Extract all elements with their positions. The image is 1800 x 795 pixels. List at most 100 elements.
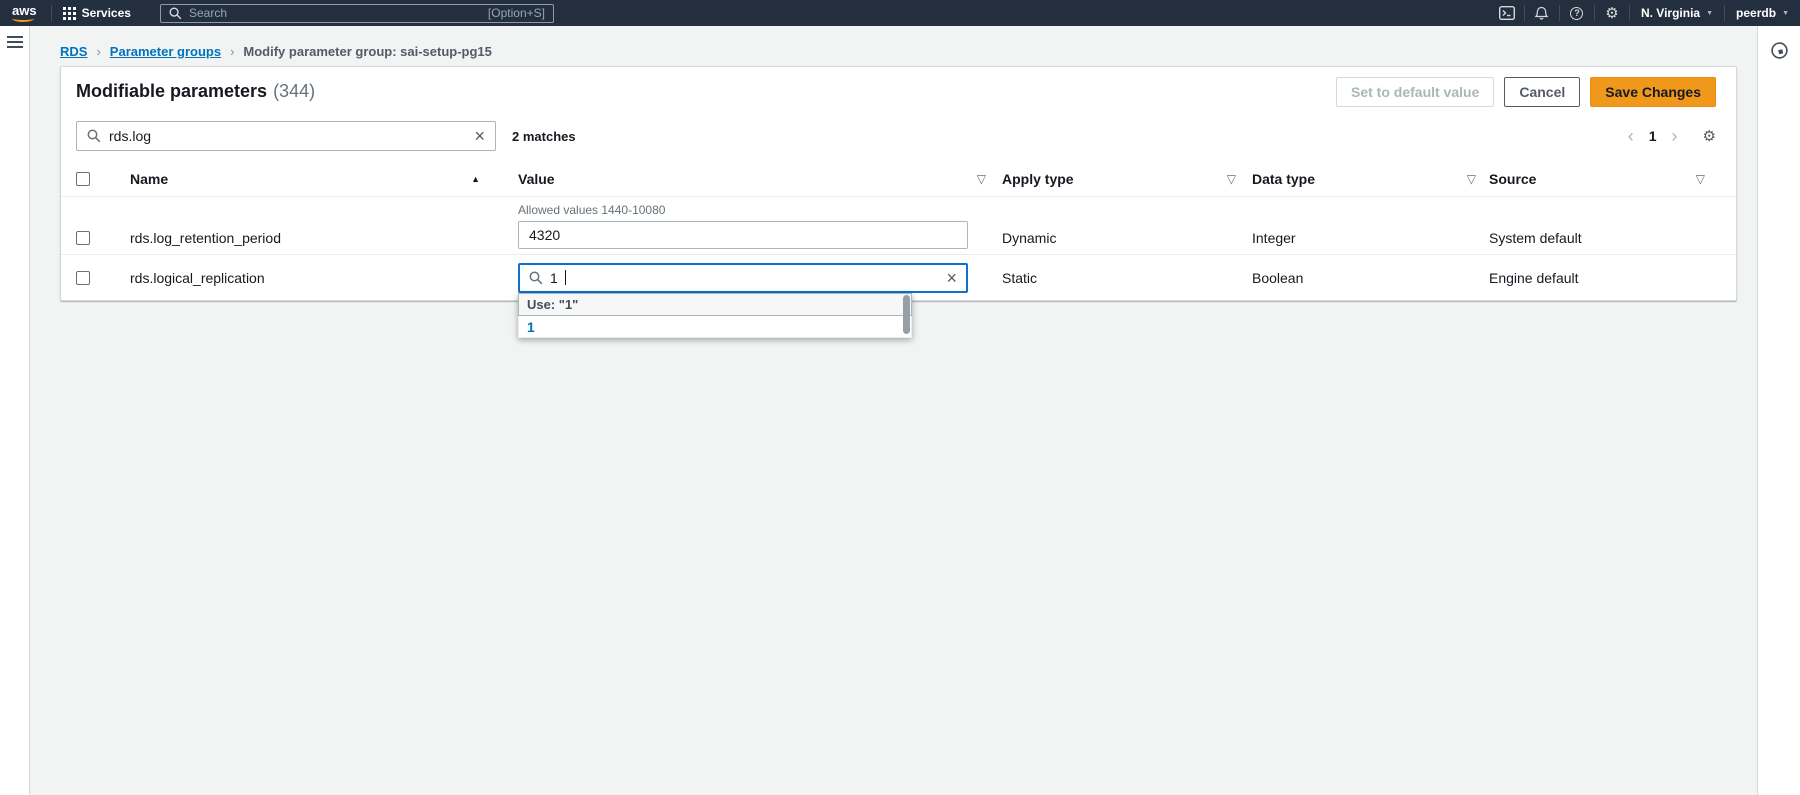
search-icon: [169, 7, 182, 20]
chevron-right-icon: ›: [96, 44, 100, 59]
source-value: System default: [1489, 230, 1582, 246]
filter-icon[interactable]: ▽: [1467, 172, 1476, 186]
header-actions: Set to default value Cancel Save Changes: [1336, 77, 1716, 107]
column-header-name[interactable]: Name ▲: [116, 171, 506, 187]
panel-header: Modifiable parameters (344) Set to defau…: [61, 67, 1736, 107]
column-label: Name: [130, 171, 168, 187]
dropdown-option[interactable]: 1: [518, 316, 912, 338]
region-selector[interactable]: N. Virginia ▼: [1630, 0, 1724, 26]
table-header-row: Name ▲ Value ▽ Apply type ▽ Data type ▽ …: [61, 161, 1736, 197]
row-checkbox[interactable]: [76, 231, 90, 245]
right-tools-rail: [1757, 26, 1800, 795]
value-editor: Allowed values 1440-10080: [518, 203, 968, 249]
column-label: Data type: [1252, 171, 1315, 187]
cancel-button[interactable]: Cancel: [1504, 77, 1580, 107]
filter-icon[interactable]: ▽: [977, 172, 986, 186]
column-label: Value: [518, 171, 555, 187]
allowed-values-hint: Allowed values 1440-10080: [518, 203, 968, 217]
page-number[interactable]: 1: [1643, 128, 1663, 144]
set-default-value-button[interactable]: Set to default value: [1336, 77, 1494, 107]
data-type-value: Boolean: [1252, 270, 1303, 286]
match-count: 2 matches: [512, 129, 576, 144]
value-select-dropdown: Use: "1" 1: [518, 293, 912, 338]
value-select-input[interactable]: 1 ×: [518, 263, 968, 293]
parameter-name: rds.logical_replication: [130, 270, 265, 286]
notifications-bell-icon[interactable]: [1525, 0, 1559, 26]
dropdown-use-option[interactable]: Use: "1": [518, 293, 912, 316]
menu-bar: [7, 46, 23, 48]
pagination: ‹ 1 › ⚙: [1619, 127, 1716, 145]
search-icon: [529, 271, 543, 285]
breadcrumb-current: Modify parameter group: sai-setup-pg15: [243, 44, 491, 59]
filter-icon[interactable]: ▽: [1227, 172, 1236, 186]
apply-type-cell: Static: [986, 270, 1236, 286]
source-cell: Engine default: [1476, 270, 1721, 286]
left-navigation-rail: [0, 26, 30, 795]
aws-swoosh-icon: [12, 15, 34, 22]
clear-selection-icon[interactable]: ×: [946, 269, 957, 287]
breadcrumb: RDS › Parameter groups › Modify paramete…: [60, 44, 492, 59]
region-label: N. Virginia: [1641, 6, 1700, 20]
save-changes-button[interactable]: Save Changes: [1590, 77, 1716, 107]
parameter-value-cell: Allowed values 1440-10080: [506, 203, 986, 249]
aws-logo[interactable]: aws: [12, 3, 37, 23]
settings-gear-icon[interactable]: ⚙: [1595, 0, 1629, 26]
column-label: Apply type: [1002, 171, 1074, 187]
sort-ascending-icon: ▲: [471, 174, 480, 184]
parameter-name: rds.log_retention_period: [130, 230, 281, 246]
source-cell: System default: [1476, 218, 1721, 234]
next-page-icon[interactable]: ›: [1663, 127, 1687, 145]
side-panel-icon[interactable]: [1770, 41, 1789, 61]
parameters-table: Name ▲ Value ▽ Apply type ▽ Data type ▽ …: [61, 161, 1736, 300]
account-menu[interactable]: peerdb ▼: [1725, 0, 1800, 26]
row-checkbox[interactable]: [76, 271, 90, 285]
parameter-name-cell: rds.logical_replication: [116, 270, 506, 286]
row-select-cell: [76, 271, 116, 285]
previous-page-icon[interactable]: ‹: [1619, 127, 1643, 145]
services-grid-icon: [63, 7, 76, 20]
parameter-count: (344): [273, 81, 315, 102]
column-header-value[interactable]: Value ▽: [506, 171, 986, 187]
cloudshell-icon[interactable]: [1490, 0, 1524, 26]
page-title: Modifiable parameters: [76, 81, 267, 102]
breadcrumb-link-parameter-groups[interactable]: Parameter groups: [110, 44, 221, 59]
menu-bar: [7, 36, 23, 38]
select-all-cell: [76, 172, 116, 186]
apply-type-cell: Dynamic: [986, 218, 1236, 234]
column-label: Source: [1489, 171, 1536, 187]
select-all-checkbox[interactable]: [76, 172, 90, 186]
data-type-value: Integer: [1252, 230, 1296, 246]
preferences-gear-icon[interactable]: ⚙: [1703, 129, 1716, 144]
top-navigation-bar: aws Services Search [Option+S]: [0, 0, 1800, 26]
data-type-cell: Boolean: [1236, 270, 1476, 286]
modifiable-parameters-panel: Modifiable parameters (344) Set to defau…: [60, 66, 1737, 301]
filter-icon[interactable]: ▽: [1696, 172, 1705, 186]
column-header-data-type[interactable]: Data type ▽: [1236, 171, 1476, 187]
chevron-down-icon: ▼: [1706, 10, 1713, 17]
search-shortcut-hint: [Option+S]: [488, 6, 545, 20]
menu-icon[interactable]: [7, 36, 23, 48]
menu-bar: [7, 41, 23, 43]
search-placeholder: Search: [189, 6, 481, 20]
table-row: rds.log_retention_period Allowed values …: [61, 197, 1736, 255]
help-question-glyph: ?: [1570, 7, 1583, 20]
apply-type-value: Dynamic: [1002, 230, 1056, 246]
topbar-right-section: ? ⚙ N. Virginia ▼ peerdb ▼: [1490, 0, 1800, 26]
column-header-source[interactable]: Source ▽: [1476, 171, 1721, 187]
parameter-filter-input[interactable]: [109, 128, 466, 144]
chevron-right-icon: ›: [230, 44, 234, 59]
dropdown-scrollbar[interactable]: [903, 295, 910, 334]
services-menu[interactable]: Services: [52, 0, 142, 26]
account-label: peerdb: [1736, 6, 1776, 20]
filter-row: × 2 matches ‹ 1 › ⚙: [76, 121, 1716, 151]
select-query-text: 1: [550, 270, 558, 286]
value-input[interactable]: [518, 221, 968, 249]
clear-filter-icon[interactable]: ×: [474, 127, 485, 145]
chevron-down-icon: ▼: [1782, 10, 1789, 17]
column-header-apply-type[interactable]: Apply type ▽: [986, 171, 1236, 187]
text-cursor: [565, 270, 566, 285]
global-search-input[interactable]: Search [Option+S]: [160, 4, 554, 23]
search-icon: [87, 129, 101, 143]
breadcrumb-link-rds[interactable]: RDS: [60, 44, 87, 59]
help-icon[interactable]: ?: [1560, 0, 1594, 26]
